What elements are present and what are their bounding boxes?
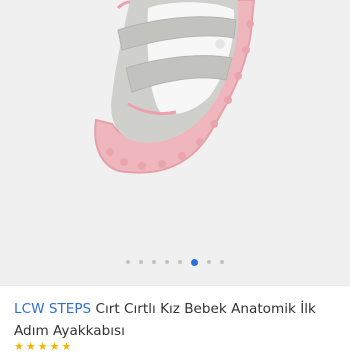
shoe-product-image [0,0,350,285]
star-icon: ★ [14,340,24,353]
star-icon: ★ [25,340,36,353]
gallery-dot[interactable] [165,260,169,264]
gallery-dot[interactable] [139,260,143,264]
gallery-pagination[interactable] [0,258,350,266]
divider [0,285,350,286]
gallery-dot[interactable] [178,260,182,264]
gallery-dot[interactable] [220,260,224,264]
star-icon: ★ [37,340,48,353]
star-icon: ★ [49,340,60,353]
rating[interactable]: ★ ★ ★ ★ ★ [14,341,79,353]
gallery-dot[interactable] [126,260,130,264]
star-icon: ★ [61,340,72,353]
gallery-dot-active[interactable] [191,258,198,266]
gallery-dot[interactable] [152,260,156,264]
brand-link[interactable]: LCW STEPS [14,301,91,317]
gallery-dot[interactable] [207,260,211,264]
product-title: LCW STEPS Cırt Cırtlı Kız Bebek Anatomik… [14,298,344,342]
product-image-gallery[interactable] [0,0,350,285]
